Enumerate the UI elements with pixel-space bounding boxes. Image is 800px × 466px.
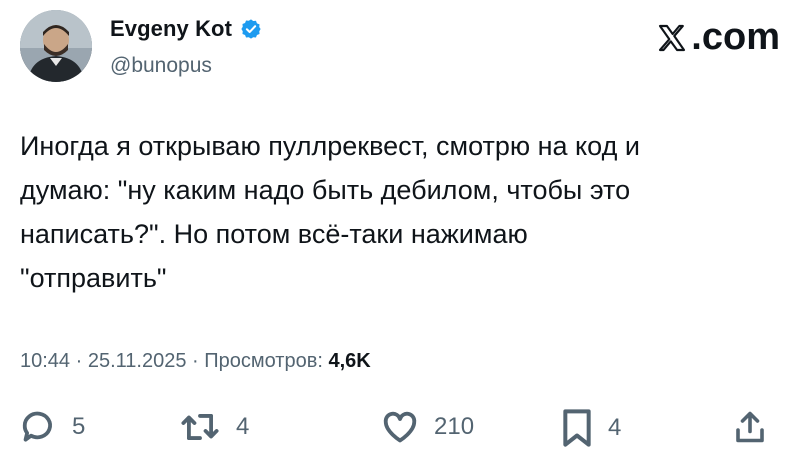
x-logo-icon bbox=[659, 24, 686, 51]
action-bar: 5 4 210 4 bbox=[20, 408, 780, 452]
bookmark-count: 4 bbox=[608, 414, 622, 441]
bookmark-button[interactable]: 4 bbox=[560, 408, 621, 448]
repost-icon bbox=[181, 414, 219, 440]
bookmark-icon bbox=[563, 409, 591, 447]
tweet-text: Иногда я открываю пуллреквест, смотрю на… bbox=[20, 131, 640, 293]
reply-icon bbox=[22, 411, 52, 442]
views-count: 4,6K bbox=[328, 350, 371, 372]
meta-separator: · bbox=[186, 350, 205, 372]
tweet-header: Evgeny Kot @bunopus .com bbox=[20, 10, 780, 90]
reply-count: 5 bbox=[72, 413, 86, 440]
share-icon bbox=[736, 411, 764, 443]
tweet-time[interactable]: 10:44 bbox=[20, 350, 70, 372]
like-button[interactable]: 210 bbox=[380, 408, 474, 446]
brand-domain: .com bbox=[691, 16, 780, 58]
tweet-meta: 10:44 · 25.11.2025 · Просмотров: 4,6K bbox=[20, 350, 371, 373]
brand-watermark: .com bbox=[655, 16, 780, 59]
reply-button[interactable]: 5 bbox=[20, 408, 85, 446]
like-icon bbox=[383, 411, 417, 443]
avatar-image bbox=[20, 10, 92, 82]
author-handle[interactable]: @bunopus bbox=[110, 54, 212, 78]
views-label: Просмотров: bbox=[204, 350, 329, 372]
author-name-row: Evgeny Kot bbox=[110, 16, 262, 42]
author-name[interactable]: Evgeny Kot bbox=[110, 16, 232, 42]
avatar[interactable] bbox=[20, 10, 92, 82]
like-count: 210 bbox=[434, 413, 475, 440]
repost-count: 4 bbox=[236, 413, 250, 440]
verified-badge-icon bbox=[240, 18, 262, 40]
repost-button[interactable]: 4 bbox=[178, 408, 249, 446]
meta-separator: · bbox=[70, 350, 88, 372]
tweet-date[interactable]: 25.11.2025 bbox=[88, 350, 187, 372]
share-button[interactable] bbox=[732, 408, 768, 446]
